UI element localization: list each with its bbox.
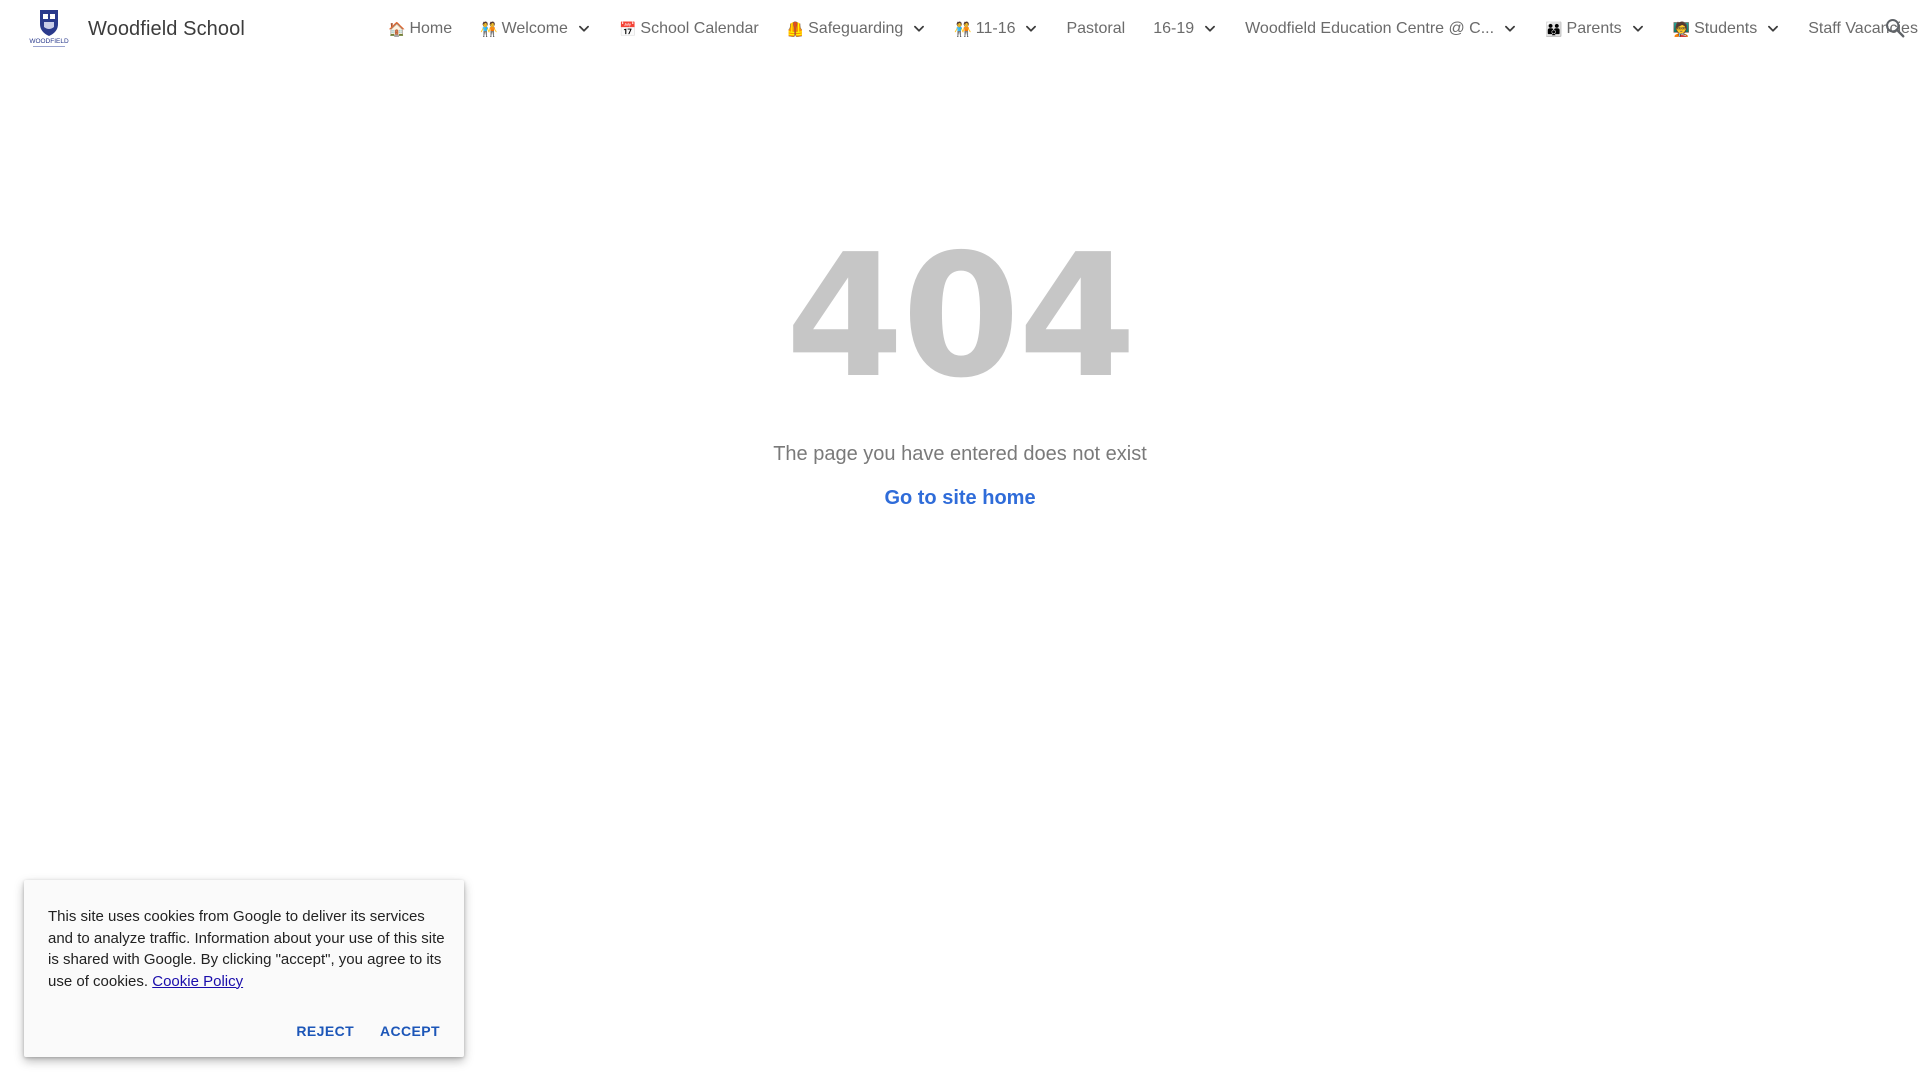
nav-item-label: School Calendar — [640, 19, 759, 37]
chevron-down-icon[interactable] — [1203, 22, 1217, 36]
cookie-notice-text: This site uses cookies from Google to de… — [48, 906, 448, 992]
nav-emoji-icon: 🦺 — [786, 20, 805, 37]
nav-item-students[interactable]: 🧑‍🏫 Students — [1673, 0, 1781, 57]
cookie-actions: REJECT ACCEPT — [278, 1017, 448, 1045]
site-brand-link[interactable]: WOODFIELD Woodfield School — [26, 8, 245, 50]
nav-emoji-icon: 👪 — [1545, 20, 1563, 37]
cookie-accept-button[interactable]: ACCEPT — [372, 1017, 448, 1045]
logo-wordmark: WOODFIELD — [29, 38, 69, 45]
chevron-down-icon[interactable] — [912, 22, 926, 36]
site-title: Woodfield School — [88, 18, 245, 40]
chevron-down-icon[interactable] — [1766, 22, 1780, 36]
nav-emoji-icon: 🧑‍🤝‍🧑 — [954, 20, 972, 37]
site-header: WOODFIELD Woodfield School 🏠 Home 🧑‍🤝‍🧑 Wel… — [0, 0, 1920, 57]
nav-item-label: Safeguarding — [808, 19, 904, 37]
nav-item-pastoral[interactable]: Pastoral — [1066, 0, 1125, 57]
chevron-down-icon[interactable] — [1631, 22, 1645, 36]
nav-item-label: 16-19 — [1153, 19, 1195, 37]
nav-item-11-16[interactable]: 🧑‍🤝‍🧑 11-16 — [954, 0, 1038, 57]
nav-item-school-calendar[interactable]: 📅 School Calendar — [619, 0, 759, 57]
nav-item-label: 11-16 — [975, 19, 1016, 37]
nav-emoji-icon: 🧑‍🤝‍🧑 — [480, 20, 498, 37]
nav-item-label: Pastoral — [1066, 19, 1126, 37]
nav-item-welcome[interactable]: 🧑‍🤝‍🧑 Welcome — [480, 0, 591, 57]
nav-item-label: Woodfield Education Centre @ C... — [1245, 19, 1495, 37]
chevron-down-icon[interactable] — [577, 22, 591, 36]
nav-emoji-icon: 🏠 — [388, 20, 406, 37]
nav-item-woodfield-education-centre[interactable]: Woodfield Education Centre @ C... — [1245, 0, 1517, 57]
nav-emoji-icon: 🧑‍🏫 — [1672, 20, 1691, 37]
nav-item-16-19[interactable]: 16-19 — [1153, 0, 1217, 57]
main-navigation: 🏠 Home 🧑‍🤝‍🧑 Welcome 📅 School Calendar 🦺 Safegu… — [388, 0, 1918, 57]
nav-emoji-icon: 📅 — [618, 20, 637, 37]
error-code: 404 — [785, 218, 1137, 416]
cookie-consent-banner: This site uses cookies from Google to de… — [24, 880, 464, 1057]
nav-item-label: Students — [1694, 19, 1758, 37]
error-message: The page you have entered does not exist — [773, 443, 1147, 465]
cookie-policy-link[interactable]: Cookie Policy — [152, 973, 243, 990]
school-crest-logo: WOODFIELD — [29, 10, 69, 47]
nav-item-label: Welcome — [501, 19, 568, 37]
go-to-site-home-link[interactable]: Go to site home — [0, 485, 1920, 511]
nav-item-label: Parents — [1566, 19, 1622, 37]
chevron-down-icon[interactable] — [1024, 22, 1038, 36]
search-icon[interactable] — [1884, 17, 1906, 39]
nav-item-label: Home — [409, 19, 453, 37]
cookie-notice-body: This site uses cookies from Google to de… — [48, 908, 445, 990]
cookie-reject-button[interactable]: REJECT — [288, 1017, 362, 1045]
chevron-down-icon[interactable] — [1503, 22, 1517, 36]
nav-item-home[interactable]: 🏠 Home — [388, 0, 452, 57]
nav-item-safeguarding[interactable]: 🦺 Safeguarding — [787, 0, 927, 57]
nav-item-parents[interactable]: 👪 Parents — [1545, 0, 1645, 57]
